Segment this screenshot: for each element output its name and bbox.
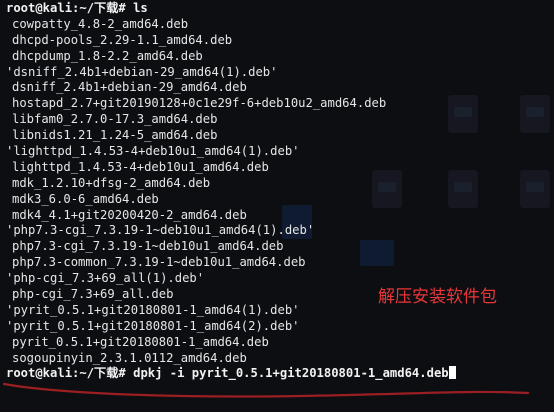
file-list-item: php7.3-common_7.3.19-1~deb10u1_amd64.deb — [12, 255, 306, 270]
file-list-item: 'lighttpd_1.4.53-4+deb10u1_amd64(1).deb' — [6, 144, 300, 159]
file-list-item: mdk_1.2.10+dfsg-2_amd64.deb — [12, 175, 211, 190]
file-list-item: 'dsniff_2.4b1+debian-29_amd64(1).deb' — [6, 64, 278, 79]
file-list-item: php7.3-cgi_7.3.19-1~deb10u1_amd64.deb — [12, 239, 284, 254]
annotation-label: 解压安装软件包 — [378, 287, 497, 307]
file-list-item: 'pyrit_0.5.1+git20180801-1_amd64(2).deb' — [6, 318, 300, 333]
file-list-item: dhcpdump_1.8-2.2_amd64.deb — [12, 48, 203, 63]
file-list-item: dsniff_2.4b1+debian-29_amd64.deb — [12, 80, 247, 95]
file-list-item: libnids1.21_1.24-5_amd64.deb — [12, 128, 218, 143]
file-list-item: lighttpd_1.4.53-4+deb10u1_amd64.deb — [12, 159, 269, 174]
red-underline-mark — [2, 382, 530, 398]
terminal-window[interactable]: root@kali:~/下载# ls cowpatty_4.8-2_amd64.… — [0, 0, 554, 412]
file-list-item: mdk3_6.0-6_amd64.deb — [12, 191, 159, 206]
file-list-item: hostapd_2.7+git20190128+0c1e29f-6+deb10u… — [12, 96, 387, 111]
desktop-background: root@kali:~/下载# ls cowpatty_4.8-2_amd64.… — [0, 0, 554, 412]
file-list-item: 'php7.3-cgi_7.3.19-1~deb10u1_amd64(1).de… — [6, 223, 315, 238]
file-list-item: dhcpd-pools_2.29-1.1_amd64.deb — [12, 32, 233, 47]
file-list-item: libfam0_2.7.0-17.3_amd64.deb — [12, 112, 218, 127]
file-list-item: pyrit_0.5.1+git20180801-1_amd64.deb — [12, 334, 269, 349]
file-list-item: cowpatty_4.8-2_amd64.deb — [12, 16, 189, 31]
prompt-line-ls: root@kali:~/下载# ls — [6, 1, 148, 15]
file-list-item: mdk4_4.1+git20200420-2_amd64.deb — [12, 207, 247, 222]
file-list-item: sogoupinyin_2.3.1.0112_amd64.deb — [12, 350, 247, 365]
file-list: cowpatty_4.8-2_amd64.deb dhcpd-pools_2.29… — [6, 17, 554, 367]
